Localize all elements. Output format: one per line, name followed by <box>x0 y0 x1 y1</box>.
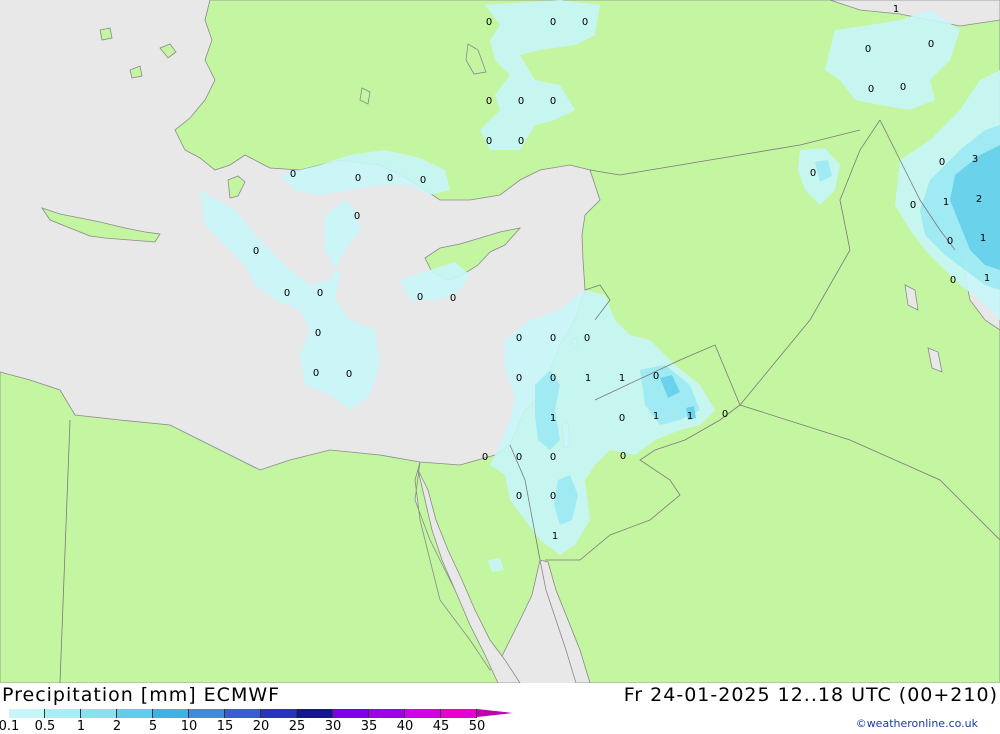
precip-value-label: 0 <box>550 452 556 463</box>
colorbar-label: 2 <box>112 719 122 734</box>
colorbar-swatch <box>225 709 261 718</box>
colorbar-swatch <box>153 709 189 718</box>
colorbar-arrow <box>477 709 513 717</box>
precip-value-label: 0 <box>518 96 524 107</box>
precip-value-label: 0 <box>253 246 259 257</box>
precip-value-label: 1 <box>550 413 556 424</box>
precip-value-label: 0 <box>516 452 522 463</box>
precip-value-label: 0 <box>518 136 524 147</box>
precip-value-label: 0 <box>355 173 361 184</box>
map-title: Precipitation [mm] ECMWF <box>2 684 281 706</box>
colorbar-swatch <box>9 709 45 718</box>
precip-value-label: 0 <box>486 17 492 28</box>
precip-value-label: 0 <box>550 333 556 344</box>
valid-time: Fr 24-01-2025 12..18 UTC (00+210) <box>623 684 998 706</box>
precip-value-label: 0 <box>582 17 588 28</box>
precip-value-label: 0 <box>810 168 816 179</box>
precip-value-label: 0 <box>290 169 296 180</box>
map-canvas: 0 0 0 0 0 0 0 0 1 0 0 0 0 0 0 0 0 0 0 0 0 0 0 0 0 0 0 0 0 0 0 1 1 0 1 0 1 1 0 0… <box>0 0 1000 683</box>
precip-value-label: 0 <box>584 333 590 344</box>
precip-value-label: 1 <box>943 197 949 208</box>
colorbar-label: 25 <box>288 719 306 734</box>
colorbar-label: 35 <box>360 719 378 734</box>
precip-value-label: 0 <box>939 157 945 168</box>
colorbar-label: 10 <box>180 719 198 734</box>
colorbar-label: 30 <box>324 719 342 734</box>
precip-value-label: 0 <box>865 44 871 55</box>
precip-value-label: 0 <box>722 409 728 420</box>
colorbar <box>9 709 513 718</box>
colorbar-swatch <box>369 709 405 718</box>
colorbar-swatch <box>45 709 81 718</box>
precip-value-label: 0 <box>486 96 492 107</box>
precip-value-label: 0 <box>354 211 360 222</box>
precip-value-label: 0 <box>284 288 290 299</box>
precip-value-label: 0 <box>420 175 426 186</box>
precip-value-label: 0 <box>450 293 456 304</box>
precip-value-label: 1 <box>893 4 899 15</box>
colorbar-swatch <box>333 709 369 718</box>
precip-value-label: 0 <box>910 200 916 211</box>
precip-value-label: 0 <box>928 39 934 50</box>
colorbar-label: 15 <box>216 719 234 734</box>
precip-value-label: 1 <box>984 273 990 284</box>
colorbar-swatch <box>441 709 477 718</box>
precip-value-label: 0 <box>315 328 321 339</box>
colorbar-label: 0.1 <box>0 719 20 734</box>
precip-value-label: 1 <box>585 373 591 384</box>
credit-link[interactable]: ©weatheronline.co.uk <box>856 717 978 730</box>
colorbar-swatch <box>117 709 153 718</box>
precip-value-label: 0 <box>313 368 319 379</box>
precip-value-label: 0 <box>482 452 488 463</box>
precip-value-label: 3 <box>972 154 978 165</box>
land-island-2 <box>99 27 113 41</box>
colorbar-swatch <box>81 709 117 718</box>
precip-value-label: 1 <box>619 373 625 384</box>
precip-value-label: 1 <box>687 411 693 422</box>
colorbar-swatch <box>189 709 225 718</box>
precip-value-label: 1 <box>980 233 986 244</box>
precip-value-label: 0 <box>947 236 953 247</box>
precip-value-label: 2 <box>976 194 982 205</box>
colorbar-label: 50 <box>468 719 486 734</box>
precip-value-label: 0 <box>620 451 626 462</box>
precip-value-label: 0 <box>550 491 556 502</box>
colorbar-label: 5 <box>148 719 158 734</box>
precip-value-label: 0 <box>868 84 874 95</box>
precipitation-map: 0 0 0 0 0 0 0 0 1 0 0 0 0 0 0 0 0 0 0 0 0 0 0 0 0 0 0 0 0 0 0 1 1 0 1 0 1 1 0 0… <box>0 0 1000 683</box>
precip-value-label: 0 <box>516 333 522 344</box>
colorbar-label: 45 <box>432 719 450 734</box>
precip-value-label: 0 <box>387 173 393 184</box>
colorbar-swatch <box>261 709 297 718</box>
colorbar-swatch <box>297 709 333 718</box>
colorbar-label: 40 <box>396 719 414 734</box>
precip-value-label: 0 <box>900 82 906 93</box>
precip-value-label: 0 <box>516 373 522 384</box>
precip-value-label: 0 <box>417 292 423 303</box>
precip-value-label: 1 <box>552 531 558 542</box>
map-footer: Precipitation [mm] ECMWF Fr 24-01-2025 1… <box>0 683 1000 734</box>
precip-value-label: 0 <box>516 491 522 502</box>
precip-value-label: 0 <box>950 275 956 286</box>
precip-value-label: 0 <box>550 373 556 384</box>
colorbar-labels: 0.1 0.5 1 2 5 10 15 20 25 30 35 40 45 50 <box>0 719 520 734</box>
colorbar-label: 1 <box>76 719 86 734</box>
precip-value-label: 0 <box>486 136 492 147</box>
colorbar-label: 20 <box>252 719 270 734</box>
precip-value-label: 0 <box>653 371 659 382</box>
precip-value-label: 0 <box>550 96 556 107</box>
colorbar-swatch <box>405 709 441 718</box>
precip-value-label: 1 <box>653 411 659 422</box>
precip-value-label: 0 <box>317 288 323 299</box>
colorbar-label: 0.5 <box>34 719 56 734</box>
precip-value-label: 0 <box>619 413 625 424</box>
precip-value-label: 0 <box>346 369 352 380</box>
precip-value-label: 0 <box>550 17 556 28</box>
